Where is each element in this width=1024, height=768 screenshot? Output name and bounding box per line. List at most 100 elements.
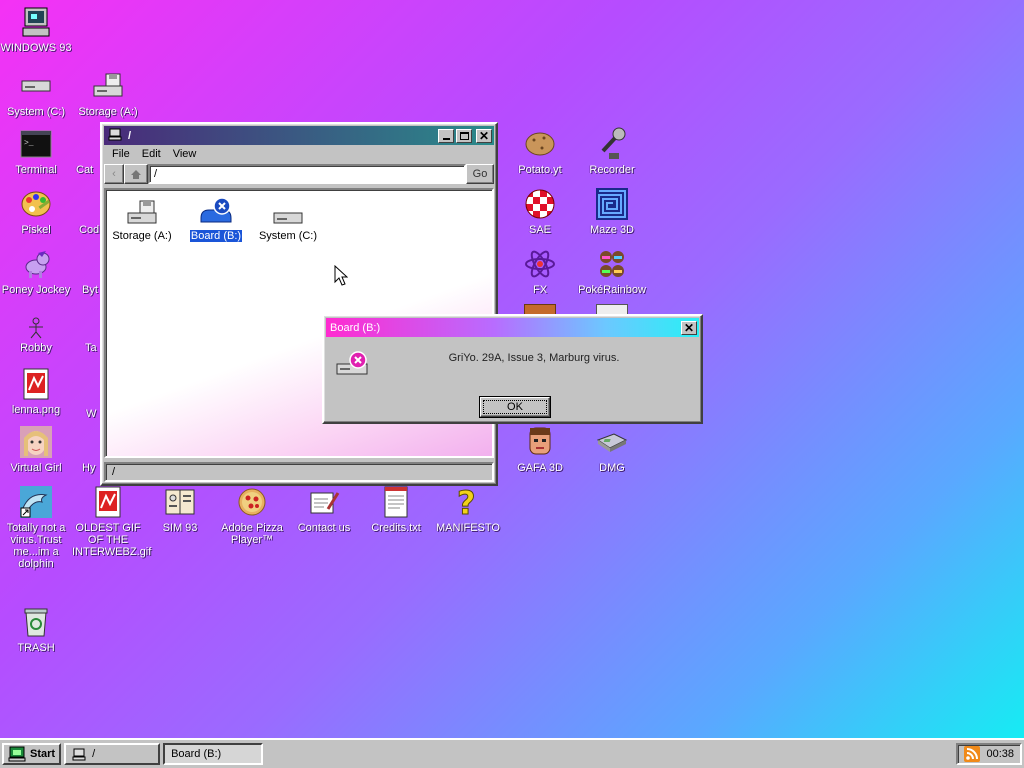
back-button[interactable]: ‹: [104, 164, 124, 184]
desktop-icon-label: Recorder: [589, 164, 635, 176]
ball-icon: [522, 186, 558, 222]
app-icon: [62, 316, 98, 340]
maximize-button[interactable]: [456, 128, 472, 143]
desktop-icon-label: DMG: [599, 462, 625, 474]
potato-icon: [522, 126, 558, 162]
desktop-icon-cod[interactable]: Cod: [60, 186, 100, 236]
desktop-icon-label: SIM 93: [162, 522, 198, 534]
address-bar: ‹ Go: [102, 163, 496, 185]
desktop-icon-pokerainbow[interactable]: PokéRainbow: [576, 246, 648, 296]
desktop-icon-label: GAFA 3D: [517, 462, 563, 474]
menu-file[interactable]: File: [106, 147, 136, 161]
desktop-icon-maze3d[interactable]: Maze 3D: [576, 186, 648, 236]
desktop-icon-w[interactable]: W: [60, 376, 100, 420]
desktop-icon-fx[interactable]: FX: [504, 246, 576, 296]
desktop-icon-label: MANIFESTO: [436, 522, 500, 534]
desktop-icon-label: Byt: [82, 284, 98, 296]
rss-icon[interactable]: [964, 746, 981, 762]
maze-icon: [594, 186, 630, 222]
address-input[interactable]: [148, 164, 466, 184]
desktop-icon-label: Maze 3D: [589, 224, 635, 236]
explorer-titlebar[interactable]: / ✕: [104, 126, 494, 145]
computer-icon: [72, 748, 86, 760]
go-button[interactable]: Go: [466, 164, 494, 184]
desktop-icon-label: Credits.txt: [371, 522, 421, 534]
desktop-icon-byt[interactable]: Byt: [60, 246, 100, 296]
file-item-board-b[interactable]: Board (B:): [184, 196, 248, 243]
cat-icon: [62, 126, 98, 162]
home-button[interactable]: [124, 164, 148, 184]
desktop-icon-credits[interactable]: Credits.txt: [360, 484, 432, 534]
dialog-titlebar[interactable]: Board (B:) ✕: [326, 318, 699, 337]
desktop-icon-oldest-gif[interactable]: OLDEST GIF OF THE INTERWEBZ.gif: [72, 484, 151, 558]
drive-icon: [18, 68, 54, 104]
app-icon: [62, 376, 98, 406]
desktop-icon-dolphin[interactable]: Totally not a virus.Trust me...im a dolp…: [0, 484, 72, 570]
desktop-icon-gafa3d[interactable]: GAFA 3D: [504, 424, 576, 474]
ok-button[interactable]: OK: [480, 397, 550, 417]
pokemon-icon: [594, 246, 630, 282]
desktop-icon-cat[interactable]: Cat: [60, 126, 100, 176]
desktop-icon-sim93[interactable]: SIM 93: [144, 484, 216, 534]
error-dialog[interactable]: Board (B:) ✕ GriYo. 29A, Issue 3, Marbur…: [322, 314, 703, 424]
minimize-icon: [442, 137, 450, 140]
desktop-icon-label: Cod: [79, 224, 100, 236]
desktop-icon-contact-us[interactable]: Contact us: [288, 484, 360, 534]
start-icon: [8, 746, 26, 762]
desktop-icon-windows93[interactable]: WINDOWS 93: [0, 4, 72, 54]
desktop-icon-label: TRASH: [17, 642, 55, 654]
desktop-icon-label: Potato.yt: [518, 164, 562, 176]
desktop-icon-storage-a[interactable]: Storage (A:): [72, 68, 144, 118]
start-button[interactable]: Start: [2, 743, 62, 765]
desktop-icon-label: FX: [532, 284, 548, 296]
desktop-icon-label: SAE: [528, 224, 551, 236]
taskbar: Start / Board (B:) 00:38: [0, 738, 1024, 768]
pony-icon: [18, 246, 54, 282]
desktop-icon-label: W: [86, 408, 97, 420]
desktop-icon-trash[interactable]: TRASH: [0, 604, 72, 654]
chevron-left-icon: ‹: [112, 168, 116, 180]
microphone-icon: [594, 126, 630, 162]
menu-view[interactable]: View: [167, 147, 203, 161]
desktop-icon-recorder[interactable]: Recorder: [576, 126, 648, 176]
desktop-icon-label: WINDOWS 93: [0, 42, 72, 54]
desktop-icon-sae[interactable]: SAE: [504, 186, 576, 236]
start-label: Start: [30, 748, 56, 760]
file-item-system-c[interactable]: System (C:): [256, 196, 320, 242]
computer-icon: [18, 4, 54, 40]
file-item-storage-a[interactable]: Storage (A:): [110, 196, 174, 242]
desktop-icon-manifesto[interactable]: ? MANIFESTO: [432, 484, 504, 534]
system-tray: 00:38: [956, 743, 1022, 765]
desktop-icon-label: Cat: [76, 164, 94, 176]
image-file-icon: [18, 366, 54, 402]
task-button-explorer[interactable]: /: [64, 743, 161, 765]
desktop-icon-label: Contact us: [297, 522, 351, 534]
desktop-icon-dmg[interactable]: DMG: [576, 424, 648, 474]
menu-bar: File Edit View: [102, 145, 496, 163]
close-icon: ✕: [478, 128, 490, 143]
face-icon: [522, 424, 558, 460]
task-label: Board (B:): [171, 748, 222, 760]
dolphin-icon: [18, 484, 54, 520]
desktop-icon-adobe-pizza[interactable]: Adobe Pizza Player™: [216, 484, 288, 546]
desktop-icon-hy[interactable]: Hy: [62, 424, 102, 474]
desktop-icon-ta[interactable]: Ta: [60, 316, 100, 354]
menu-edit[interactable]: Edit: [136, 147, 167, 161]
explorer-window[interactable]: / ✕ File Edit View ‹ Go Storage (A:): [100, 122, 498, 486]
drive-icon: [256, 196, 320, 226]
text-file-icon: [378, 484, 414, 520]
desktop-icon-system-c[interactable]: System (C:): [0, 68, 72, 118]
svg-text:?: ?: [457, 485, 476, 519]
close-button[interactable]: ✕: [681, 320, 697, 335]
app-icon: [62, 246, 98, 282]
mouse-cursor-icon: [334, 265, 348, 286]
close-button[interactable]: ✕: [476, 128, 492, 143]
desktop-icon-label: Ta: [85, 342, 97, 354]
desktop-icon-potato[interactable]: Potato.yt: [504, 126, 576, 176]
file-item-label: System (C:): [258, 230, 318, 242]
status-bar: /: [104, 462, 494, 482]
floppy-drive-icon: [90, 68, 126, 104]
task-button-board[interactable]: Board (B:): [163, 743, 264, 765]
minimize-button[interactable]: [438, 128, 454, 143]
stickman-icon: [18, 316, 54, 340]
